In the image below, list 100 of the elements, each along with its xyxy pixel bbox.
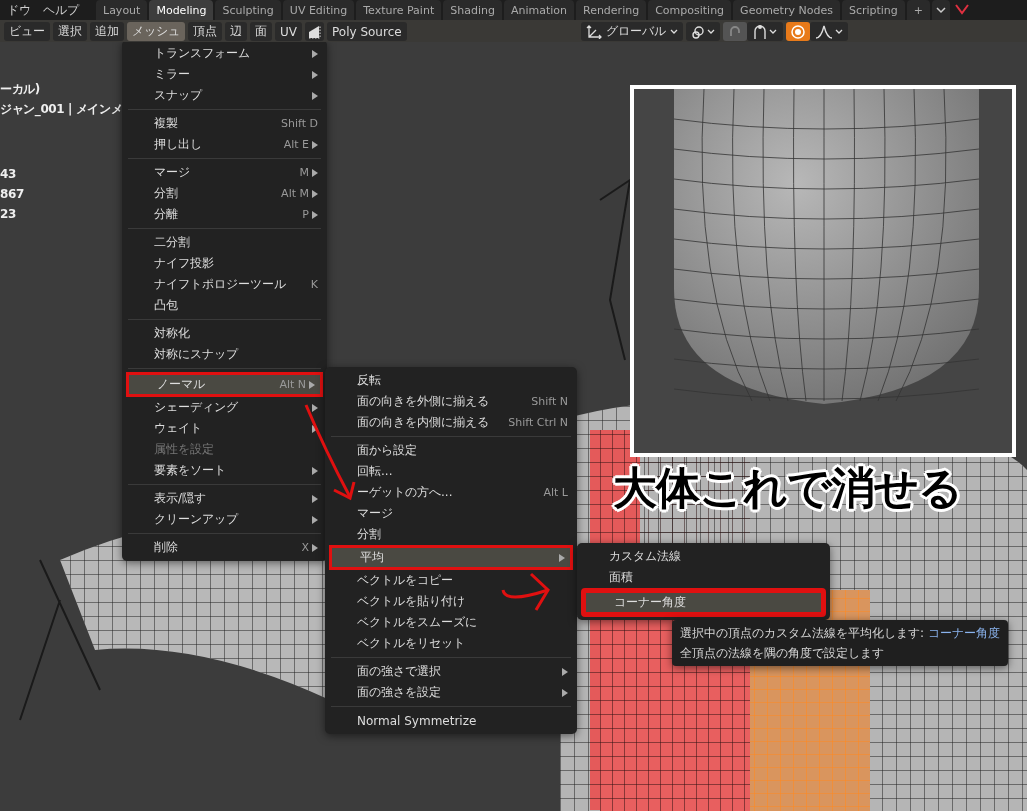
submenu-arrow-icon <box>312 210 318 219</box>
workspace-tab[interactable]: Compositing <box>648 0 732 20</box>
header-menu[interactable]: 頂点 <box>188 22 222 41</box>
menu-item[interactable]: ベクトルをコピー <box>329 570 573 591</box>
link-icon <box>691 24 715 39</box>
header-menu[interactable]: 選択 <box>53 22 87 41</box>
menu-item[interactable]: 凸包 <box>126 295 323 316</box>
workspace-tab[interactable]: Texture Paint <box>356 0 442 20</box>
proportional-editing-icon <box>791 24 805 39</box>
menu-item[interactable]: 面から設定 <box>329 440 573 461</box>
viewport-info-text: 23 <box>0 206 17 223</box>
menu-item[interactable]: ナイフ投影 <box>126 253 323 274</box>
pivot-dropdown[interactable] <box>686 22 720 41</box>
header-menu[interactable]: 辺 <box>225 22 247 41</box>
menu-item[interactable]: マージ <box>329 503 573 524</box>
menu-item[interactable]: 反転 <box>329 370 573 391</box>
transform-orientation-dropdown[interactable]: グローバル <box>581 22 683 41</box>
snap-target-dropdown[interactable] <box>747 22 783 41</box>
menu-item[interactable]: ウェイト <box>126 418 323 439</box>
axes-icon <box>586 24 602 39</box>
menu-item[interactable]: 平均 <box>329 545 573 570</box>
submenu-arrow-icon <box>309 380 315 389</box>
header-menu[interactable]: ビュー <box>4 22 50 41</box>
menu-item[interactable]: シェーディング <box>126 397 323 418</box>
menu-item[interactable]: マージ M <box>126 162 323 183</box>
snap-target-icon <box>752 23 778 40</box>
workspace-tab[interactable]: Layout <box>96 0 148 20</box>
header-menu[interactable]: メッシュ <box>127 22 185 41</box>
menu-item[interactable]: 回転... <box>329 461 573 482</box>
menu-item[interactable]: ミラー <box>126 64 323 85</box>
menu-item[interactable]: ノーマル Alt N <box>126 372 323 397</box>
menu-item[interactable]: 要素をソート <box>126 460 323 481</box>
dropdown-button[interactable] <box>932 0 951 20</box>
menu-item[interactable]: クリーンアップ <box>126 509 323 530</box>
submenu-arrow-icon <box>312 189 318 198</box>
workspace-tab[interactable]: UV Editing <box>282 0 355 20</box>
workspace-tab[interactable]: Shading <box>443 0 502 20</box>
submenu-arrow-icon <box>312 140 318 149</box>
menu-item[interactable]: ベクトルを貼り付け <box>329 591 573 612</box>
top-menu[interactable]: ヘルプ <box>38 1 84 19</box>
submenu-arrow-icon <box>312 403 318 412</box>
submenu-arrow-icon <box>312 91 318 100</box>
tooltip-title: 選択中の頂点のカスタム法線を平均化します: コーナー角度 <box>680 625 1000 642</box>
menu-item[interactable]: 分割 Alt M <box>126 183 323 204</box>
submenu-arrow-icon <box>312 168 318 177</box>
submenu-arrow-icon <box>312 543 318 552</box>
menu-item[interactable]: トランスフォーム <box>126 43 323 64</box>
poly-source-button[interactable]: Poly Source <box>327 22 407 41</box>
menu-item[interactable]: 表示/隠す <box>126 488 323 509</box>
workspace-tab[interactable]: Modeling <box>149 0 214 20</box>
add-workspace-button[interactable]: + <box>906 0 931 20</box>
menu-item[interactable]: 対称にスナップ <box>126 344 323 365</box>
submenu-arrow-icon <box>562 688 568 697</box>
header-menu[interactable]: UV <box>275 22 302 41</box>
menu-item[interactable]: カスタム法線 <box>581 546 826 567</box>
submenu-arrow-icon <box>312 494 318 503</box>
menu-item[interactable]: 対称化 <box>126 323 323 344</box>
workspace-tab[interactable]: Sculpting <box>215 0 281 20</box>
workspace-tab[interactable]: Geometry Nodes <box>733 0 840 20</box>
workspace-tab[interactable]: Scripting <box>841 0 905 20</box>
menu-item[interactable]: 複製 Shift D <box>126 113 323 134</box>
magnet-icon <box>728 24 742 39</box>
header-menu[interactable]: 面 <box>250 22 272 41</box>
submenu-arrow-icon <box>562 667 568 676</box>
menu-item[interactable]: ナイフトポロジーツール K <box>126 274 323 295</box>
viewport-info-text: 867 <box>0 186 25 203</box>
caret-icon <box>670 28 678 35</box>
viewport-info-text: ジャン_001 | メインメ <box>0 101 123 119</box>
menu-item[interactable]: 面の強さで選択 <box>329 661 573 682</box>
menu-item[interactable]: コーナー角度 <box>581 588 826 617</box>
face-select-icon <box>308 24 321 39</box>
menu-item[interactable]: ーゲットの方へ... Alt L <box>329 482 573 503</box>
menu-item[interactable]: スナップ <box>126 85 323 106</box>
menu-item[interactable]: 面の向きを内側に揃える Shift Ctrl N <box>329 412 573 433</box>
snap-button[interactable] <box>723 22 747 41</box>
menu-item[interactable]: 分離 P <box>126 204 323 225</box>
viewport-info-text: 43 <box>0 166 17 183</box>
top-menu[interactable]: ドウ <box>2 1 36 19</box>
menu-item[interactable]: 押し出し Alt E <box>126 134 323 155</box>
menu-item[interactable]: Normal Symmetrize <box>329 710 573 731</box>
falloff-dropdown[interactable] <box>810 22 848 41</box>
menu-item[interactable]: 面の強さを設定 <box>329 682 573 703</box>
menu-item[interactable]: 二分割 <box>126 232 323 253</box>
submenu-arrow-icon <box>559 553 565 562</box>
menu-item[interactable]: ベクトルをリセット <box>329 633 573 654</box>
menu-item[interactable]: ベクトルをスムーズに <box>329 612 573 633</box>
menu-item[interactable]: 削除 X <box>126 537 323 558</box>
submenu-arrow-icon <box>312 70 318 79</box>
menu-item[interactable]: 分割 <box>329 524 573 545</box>
proportional-editing-button[interactable] <box>786 22 810 41</box>
submenu-arrow-icon <box>312 466 318 475</box>
submenu-arrow-icon <box>312 49 318 58</box>
workspace-tab[interactable]: Rendering <box>576 0 647 20</box>
falloff-curve-icon <box>815 24 843 39</box>
submenu-arrow-icon <box>312 424 318 433</box>
menu-item[interactable]: 面の向きを外側に揃える Shift N <box>329 391 573 412</box>
select-mode-button[interactable] <box>305 22 324 41</box>
header-menu[interactable]: 追加 <box>90 22 124 41</box>
workspace-tab[interactable]: Animation <box>503 0 574 20</box>
menu-item[interactable]: 面積 <box>581 567 826 588</box>
